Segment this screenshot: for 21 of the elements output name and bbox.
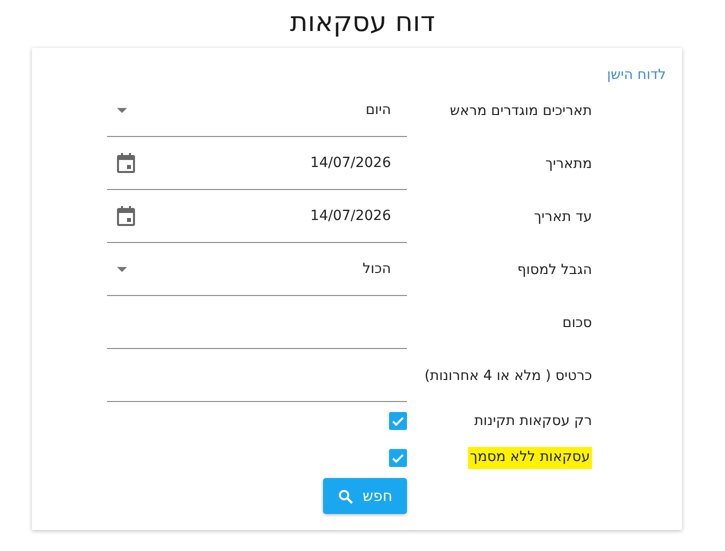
checkbox[interactable]: [389, 448, 407, 466]
date-field[interactable]: 14/07/2026: [107, 190, 407, 243]
field-label: סכום: [562, 314, 592, 330]
page-title: דוח עסקאות: [288, 6, 436, 40]
checkbox[interactable]: [389, 412, 407, 430]
calendar-icon: [117, 206, 135, 226]
caret-icon: [117, 108, 127, 112]
field-label: כרטיס ( מלא או 4 אחרונות): [424, 368, 592, 384]
select-field[interactable]: היום: [107, 84, 407, 137]
field-label: מתאריך: [545, 156, 592, 172]
field-label: תאריכים מוגדרים מראש: [450, 102, 592, 118]
calendar-icon: [117, 153, 135, 173]
field-label: הגבל למסוף: [517, 262, 592, 278]
caret-icon: [117, 266, 127, 272]
field-label: רק עסקאות תקינות: [474, 412, 592, 428]
select-field[interactable]: הכול: [107, 243, 407, 296]
date-field[interactable]: 14/07/2026: [107, 137, 407, 190]
search-icon: [338, 488, 353, 504]
field-label: עד תאריך: [534, 208, 592, 224]
field-label: עסקאות ללא מסמך: [468, 446, 592, 468]
old-report-link[interactable]: לדוח הישן: [606, 67, 666, 83]
